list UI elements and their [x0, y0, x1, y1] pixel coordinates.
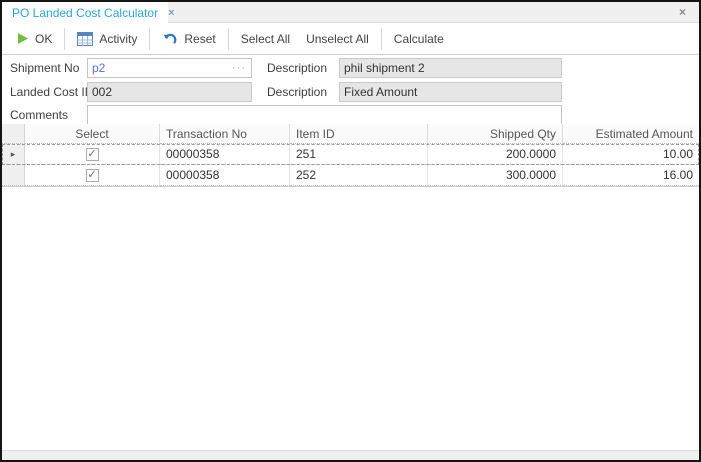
comments-input[interactable] [88, 108, 561, 122]
item-id-cell: 251 [290, 144, 428, 165]
reset-button[interactable]: Reset [154, 27, 223, 51]
unselect-all-button[interactable]: Unselect All [298, 27, 377, 51]
comments-field[interactable] [87, 105, 562, 125]
row-select-checkbox[interactable] [85, 168, 99, 182]
col-header-shipped-qty[interactable]: Shipped Qty [428, 124, 563, 144]
shipment-description-field: phil shipment 2 [339, 58, 562, 78]
comments-label: Comments [10, 108, 69, 122]
estimated-amount-cell: 10.00 [563, 144, 699, 165]
calculate-button-label: Calculate [393, 31, 444, 46]
table-icon [77, 31, 94, 46]
grid-header-row: Select Transaction No Item ID Shipped Qt… [2, 124, 699, 144]
toolbar-separator [380, 27, 382, 50]
row-indicator-header [2, 124, 25, 144]
select-all-button-label: Select All [240, 31, 291, 46]
reset-button-label: Reset [184, 31, 216, 46]
shipment-no-input[interactable] [88, 61, 232, 75]
select-cell [25, 165, 160, 186]
undo-arrow-icon [162, 32, 178, 46]
table-row[interactable]: 00000358 252 300.0000 16.00 [2, 165, 699, 186]
col-header-estimated-amount[interactable]: Estimated Amount [563, 124, 699, 144]
row-select-checkbox[interactable] [85, 147, 99, 161]
col-header-select[interactable]: Select [25, 124, 160, 144]
shipment-no-label: Shipment No [10, 61, 80, 75]
table-row[interactable]: ▸ 00000358 251 200.0000 10.00 [2, 144, 699, 165]
tab-close-icon[interactable]: × [168, 7, 174, 19]
lookup-ellipsis-button[interactable]: ··· [232, 62, 251, 74]
toolbar-separator [64, 27, 66, 50]
transactions-grid: Select Transaction No Item ID Shipped Qt… [2, 124, 699, 187]
toolbar: OK Activity Reset Select All Unselect Al… [2, 23, 699, 55]
calculate-button[interactable]: Calculate [386, 27, 452, 51]
toolbar-separator [149, 27, 151, 50]
play-icon [16, 32, 29, 45]
toolbar-separator [227, 27, 229, 50]
shipped-qty-cell: 300.0000 [428, 165, 563, 186]
ok-button-label: OK [35, 31, 53, 46]
focused-row-indicator-icon: ▸ [2, 144, 25, 165]
landed-cost-id-value: 002 [92, 85, 113, 99]
activity-button[interactable]: Activity [69, 27, 145, 51]
select-cell [25, 144, 160, 165]
shipment-no-field[interactable]: ··· [87, 58, 252, 78]
shipment-description-value: phil shipment 2 [344, 61, 425, 75]
select-all-button[interactable]: Select All [233, 27, 298, 51]
item-id-cell: 252 [290, 165, 428, 186]
shipped-qty-cell: 200.0000 [428, 144, 563, 165]
tab-title: PO Landed Cost Calculator [12, 6, 159, 20]
description-label-1: Description [267, 61, 328, 75]
landed-cost-description-field: Fixed Amount [339, 82, 562, 102]
unselect-all-button-label: Unselect All [306, 31, 369, 46]
transaction-no-cell: 00000358 [160, 165, 290, 186]
tab-po-landed-cost-calculator[interactable]: PO Landed Cost Calculator × [2, 2, 175, 24]
po-landed-cost-calculator-window: × PO Landed Cost Calculator × OK Activit… [0, 0, 701, 462]
activity-button-label: Activity [99, 31, 138, 46]
bottom-status-strip [2, 450, 699, 460]
landed-cost-description-value: Fixed Amount [344, 85, 418, 99]
description-label-2: Description [267, 85, 328, 99]
col-header-item-id[interactable]: Item ID [290, 124, 428, 144]
col-header-transaction-no[interactable]: Transaction No [160, 124, 290, 144]
transaction-no-cell: 00000358 [160, 144, 290, 165]
landed-cost-id-field: 002 [87, 82, 252, 102]
close-icon[interactable]: × [679, 5, 686, 19]
ok-button[interactable]: OK [8, 27, 60, 51]
landed-cost-id-label: Landed Cost ID [10, 85, 94, 99]
row-indicator [2, 165, 25, 186]
estimated-amount-cell: 16.00 [563, 165, 699, 186]
